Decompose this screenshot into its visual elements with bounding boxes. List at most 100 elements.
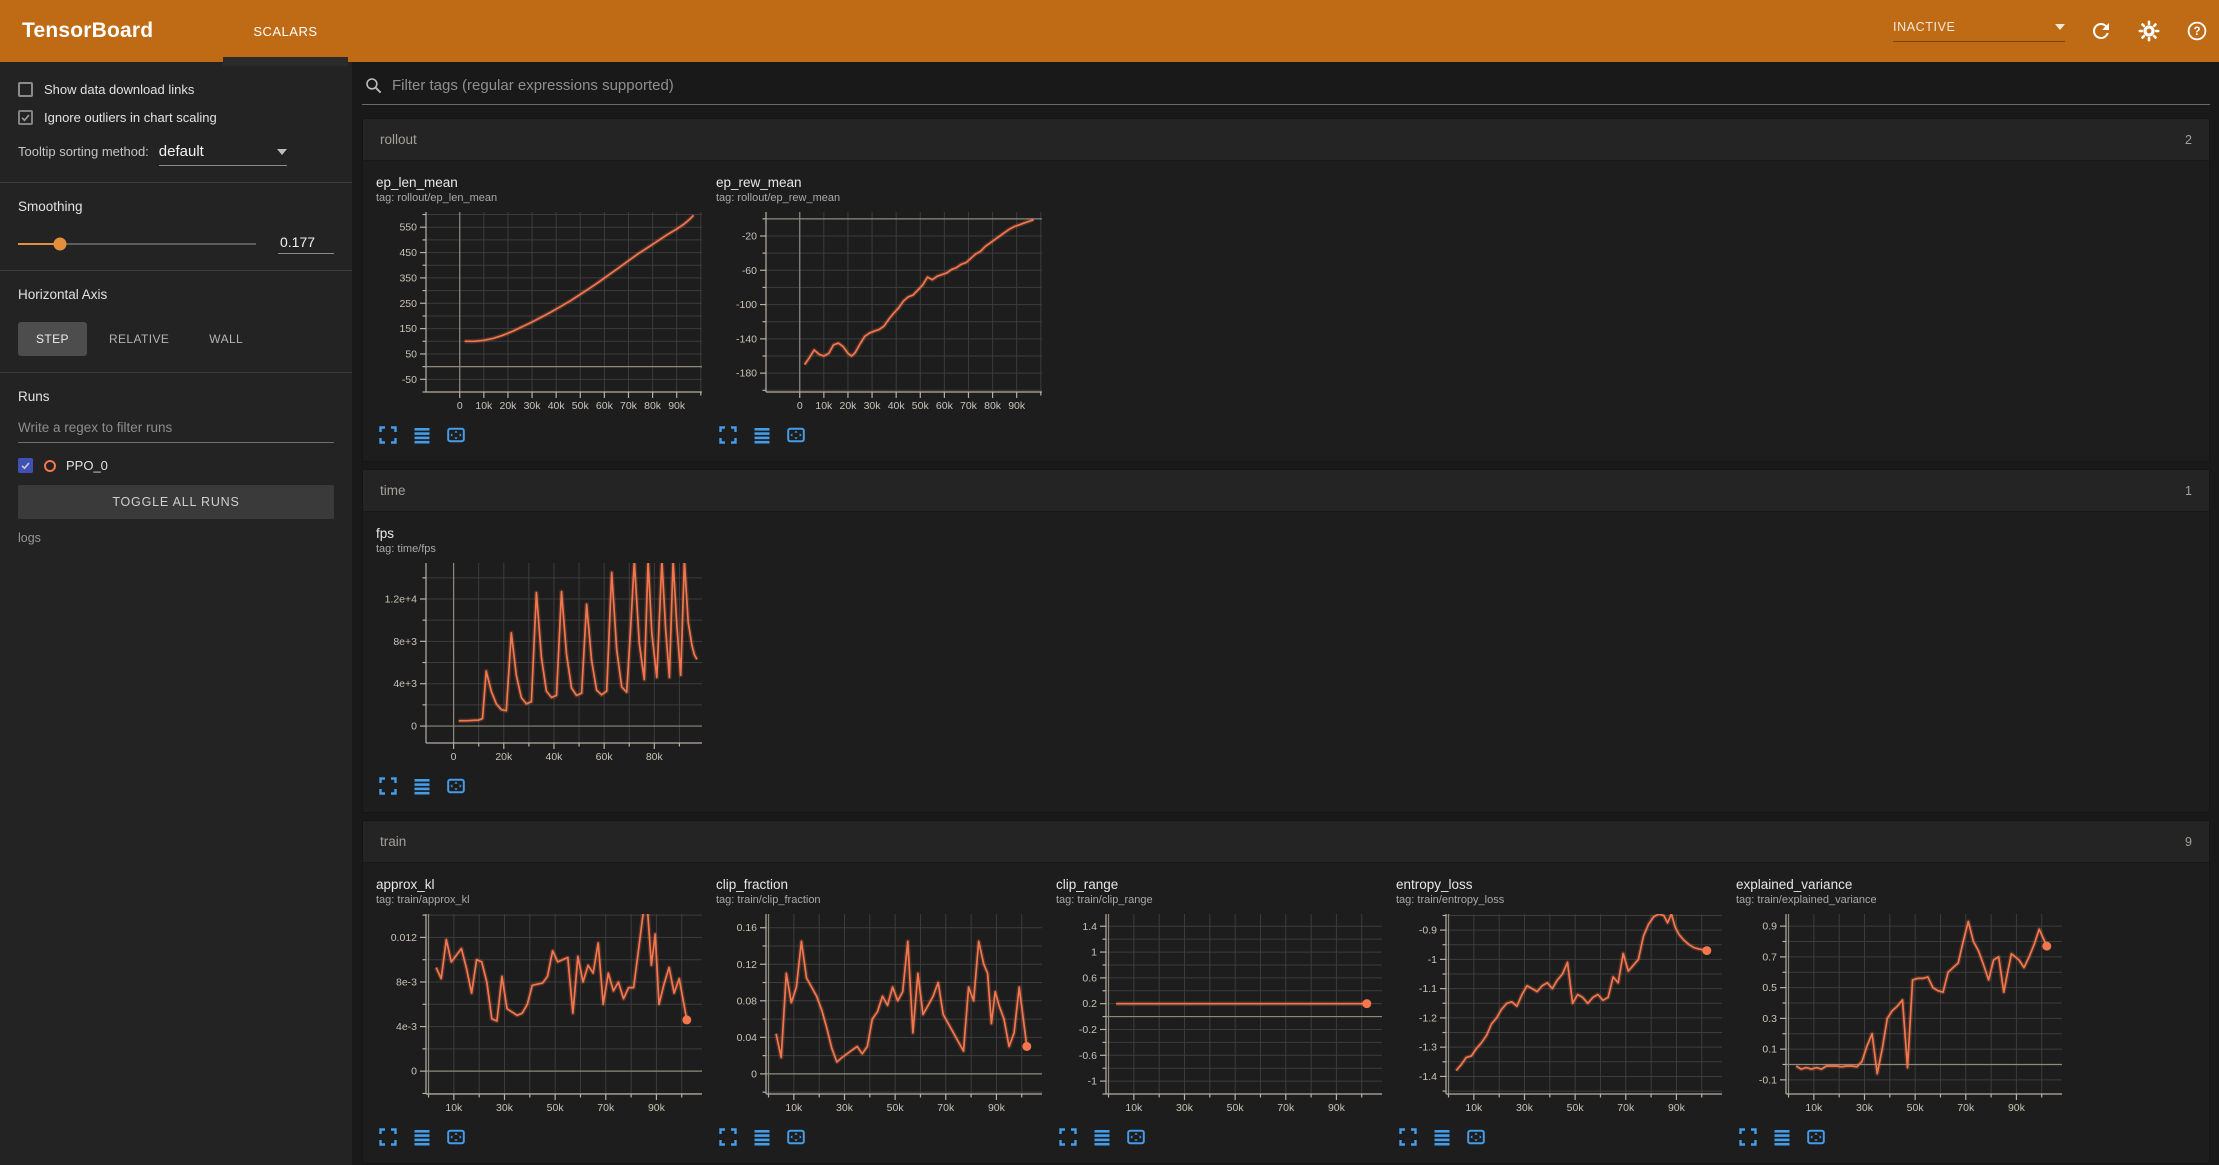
- data-table-icon[interactable]: [412, 776, 432, 796]
- chart-plot-explained_variance: -0.10.10.30.50.70.910k30k50k70k90k: [1736, 908, 2068, 1118]
- fit-domain-icon[interactable]: [786, 425, 806, 445]
- svg-text:10k: 10k: [1465, 1102, 1483, 1114]
- svg-text:-0.6: -0.6: [1079, 1050, 1097, 1062]
- data-table-icon[interactable]: [752, 1127, 772, 1147]
- divider: [0, 182, 352, 183]
- svg-text:90k: 90k: [1328, 1102, 1346, 1114]
- tooltip-sorting-select[interactable]: default: [159, 143, 287, 166]
- run-status-dropdown[interactable]: INACTIVE: [1893, 20, 2065, 42]
- section-header-train[interactable]: train9: [363, 821, 2209, 863]
- axis-wall-button[interactable]: WALL: [191, 322, 261, 356]
- svg-text:70k: 70k: [597, 1102, 615, 1114]
- expand-chart-icon[interactable]: [1058, 1127, 1078, 1147]
- chart-title: ep_len_mean: [376, 174, 714, 191]
- fit-domain-icon[interactable]: [446, 776, 466, 796]
- ignore-outliers-checkbox[interactable]: [18, 110, 33, 125]
- svg-text:80k: 80k: [644, 400, 662, 412]
- chart-plot-ep_rew_mean: -180-140-100-60-20010k20k30k40k50k60k70k…: [716, 206, 1048, 416]
- svg-text:60k: 60k: [596, 751, 614, 763]
- section-train: train9 approx_kltag: train/approx_kl04e-3…: [362, 820, 2210, 1164]
- chart-toolbar: [376, 1123, 714, 1151]
- svg-text:90k: 90k: [2008, 1102, 2026, 1114]
- data-table-icon[interactable]: [1772, 1127, 1792, 1147]
- expand-chart-icon[interactable]: [718, 425, 738, 445]
- svg-text:10k: 10k: [475, 400, 493, 412]
- tab-scalars-label: SCALARS: [253, 24, 317, 39]
- smoothing-value[interactable]: 0.177: [278, 234, 334, 254]
- svg-text:30k: 30k: [1516, 1102, 1534, 1114]
- fit-domain-icon[interactable]: [446, 425, 466, 445]
- run-checkbox[interactable]: [18, 458, 33, 473]
- show-download-links-checkbox[interactable]: [18, 82, 33, 97]
- svg-text:0: 0: [457, 400, 463, 412]
- svg-text:550: 550: [399, 222, 417, 234]
- fit-domain-icon[interactable]: [1806, 1127, 1826, 1147]
- ignore-outliers-checkbox-row[interactable]: Ignore outliers in chart scaling: [18, 110, 334, 125]
- expand-chart-icon[interactable]: [1398, 1127, 1418, 1147]
- data-table-icon[interactable]: [412, 425, 432, 445]
- svg-text:450: 450: [399, 247, 417, 259]
- svg-text:20k: 20k: [839, 400, 857, 412]
- svg-text:70k: 70k: [1957, 1102, 1975, 1114]
- expand-chart-icon[interactable]: [1738, 1127, 1758, 1147]
- smoothing-slider[interactable]: [18, 243, 256, 245]
- svg-text:40k: 40k: [545, 751, 563, 763]
- svg-text:70k: 70k: [620, 400, 638, 412]
- toggle-all-runs-button[interactable]: TOGGLE ALL RUNS: [18, 485, 334, 519]
- data-table-icon[interactable]: [412, 1127, 432, 1147]
- chart-plot-clip_fraction: 00.040.080.120.1610k30k50k70k90k: [716, 908, 1048, 1118]
- fit-domain-icon[interactable]: [1466, 1127, 1486, 1147]
- svg-text:0.5: 0.5: [1762, 982, 1777, 994]
- chart-plot-clip_range: -1-0.6-0.20.20.611.410k30k50k70k90k: [1056, 908, 1388, 1118]
- main-area: rollout2ep_len_meantag: rollout/ep_len_m…: [352, 62, 2219, 1165]
- svg-text:30k: 30k: [496, 1102, 514, 1114]
- expand-chart-icon[interactable]: [378, 776, 398, 796]
- chart-title: explained_variance: [1736, 876, 2074, 893]
- svg-text:40k: 40k: [548, 400, 566, 412]
- svg-text:-60: -60: [742, 265, 757, 277]
- data-table-icon[interactable]: [1432, 1127, 1452, 1147]
- divider: [0, 372, 352, 373]
- divider: [0, 270, 352, 271]
- svg-text:50k: 50k: [912, 400, 930, 412]
- smoothing-slider-handle[interactable]: [54, 238, 67, 251]
- run-name: PPO_0: [66, 458, 108, 473]
- chart-tag: tag: train/approx_kl: [376, 893, 714, 907]
- chart-toolbar: [376, 421, 714, 449]
- fit-domain-icon[interactable]: [1126, 1127, 1146, 1147]
- help-icon[interactable]: ?: [2185, 19, 2209, 43]
- runs-label: Runs: [18, 389, 334, 404]
- section-header-rollout[interactable]: rollout2: [363, 119, 2209, 161]
- svg-text:50k: 50k: [547, 1102, 565, 1114]
- filter-tags-input[interactable]: [392, 77, 2208, 94]
- chart-card-approx_kl: approx_kltag: train/approx_kl04e-38e-30.…: [376, 876, 714, 1151]
- section-header-time[interactable]: time1: [363, 470, 2209, 512]
- chart-tag: tag: train/entropy_loss: [1396, 893, 1734, 907]
- chart-card-clip_range: clip_rangetag: train/clip_range-1-0.6-0.…: [1056, 876, 1394, 1151]
- svg-text:50k: 50k: [1227, 1102, 1245, 1114]
- runs-filter-input[interactable]: [18, 416, 334, 443]
- svg-text:30k: 30k: [1856, 1102, 1874, 1114]
- expand-chart-icon[interactable]: [718, 1127, 738, 1147]
- show-download-links-checkbox-row[interactable]: Show data download links: [18, 82, 334, 97]
- expand-chart-icon[interactable]: [378, 425, 398, 445]
- show-download-links-label: Show data download links: [44, 82, 194, 97]
- tab-scalars[interactable]: SCALARS: [219, 0, 351, 62]
- fit-domain-icon[interactable]: [446, 1127, 466, 1147]
- axis-relative-button[interactable]: RELATIVE: [91, 322, 187, 356]
- fit-domain-icon[interactable]: [786, 1127, 806, 1147]
- svg-text:-20: -20: [742, 231, 757, 243]
- data-table-icon[interactable]: [752, 425, 772, 445]
- axis-step-button[interactable]: STEP: [18, 322, 87, 356]
- svg-text:0.12: 0.12: [737, 959, 758, 971]
- search-icon: [364, 76, 383, 95]
- chart-tag: tag: train/explained_variance: [1736, 893, 2074, 907]
- chart-card-clip_fraction: clip_fractiontag: train/clip_fraction00.…: [716, 876, 1054, 1151]
- reload-icon[interactable]: [2089, 19, 2113, 43]
- gear-icon[interactable]: [2137, 19, 2161, 43]
- data-table-icon[interactable]: [1092, 1127, 1112, 1147]
- expand-chart-icon[interactable]: [378, 1127, 398, 1147]
- chart-tag: tag: train/clip_fraction: [716, 893, 1054, 907]
- run-row-ppo0[interactable]: PPO_0: [18, 458, 334, 473]
- chart-title: fps: [376, 525, 714, 542]
